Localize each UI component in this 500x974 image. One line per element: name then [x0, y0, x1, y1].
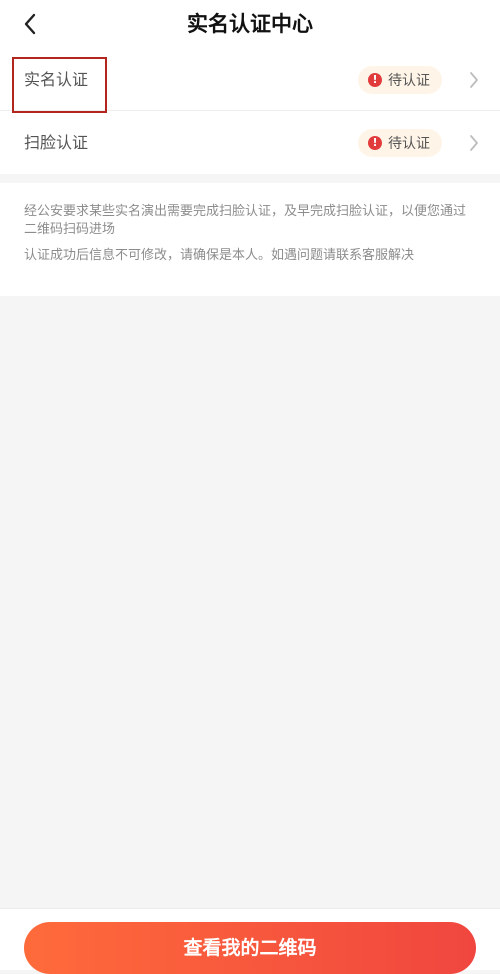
notice-text: 经公安要求某些实名演出需要完成扫脸认证，及早完成扫脸认证，以便您通过二维码扫码进…	[24, 204, 467, 237]
list-item-realname-verification[interactable]: 实名认证 ! 待认证	[0, 48, 500, 111]
chevron-right-icon	[470, 72, 478, 88]
status-badge: ! 待认证	[358, 129, 442, 157]
warning-icon: !	[368, 136, 382, 150]
notice-text: 认证成功后信息不可修改，请确保是本人。如遇问题请联系客服解决	[24, 248, 415, 263]
status-text: 待认证	[388, 136, 430, 152]
verification-list: 实名认证 ! 待认证 扫脸认证 ! 待认证	[0, 48, 500, 174]
status-badge: ! 待认证	[358, 66, 442, 94]
page-title: 实名认证中心	[187, 12, 313, 36]
list-item-label: 实名认证	[24, 70, 89, 89]
view-qr-code-button[interactable]: 查看我的二维码	[24, 922, 476, 974]
status-text: 待认证	[388, 73, 430, 89]
list-item-face-verification[interactable]: 扫脸认证 ! 待认证	[0, 111, 500, 174]
chevron-right-icon	[470, 135, 478, 151]
header-bar: 实名认证中心	[0, 0, 500, 48]
notice-panel: 经公安要求某些实名演出需要完成扫脸认证，及早完成扫脸认证，以便您通过二维码扫码进…	[0, 183, 500, 296]
footer-bar: 查看我的二维码	[0, 908, 500, 974]
list-item-label: 扫脸认证	[24, 133, 89, 152]
warning-icon: !	[368, 73, 382, 87]
